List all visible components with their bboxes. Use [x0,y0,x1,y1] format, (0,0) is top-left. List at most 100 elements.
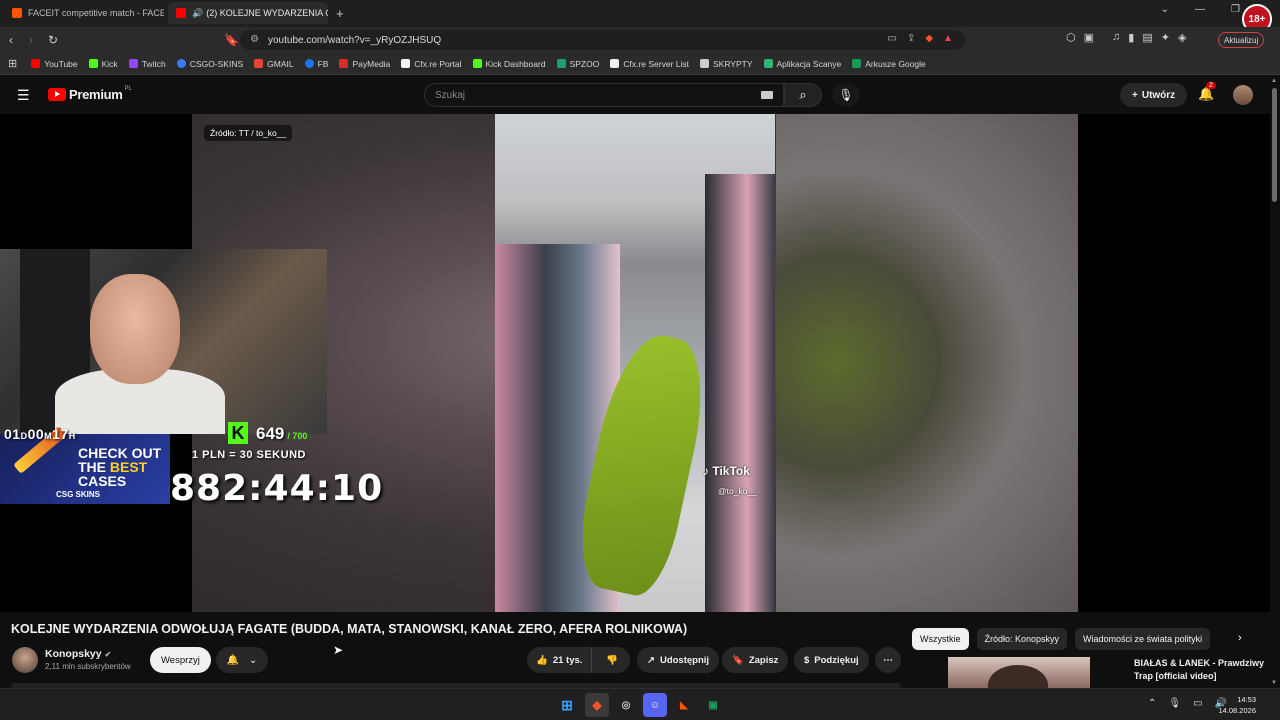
brave-shield-icon[interactable]: ◆ [925,33,933,44]
kick-count: 649 [256,423,285,443]
recommendation-title[interactable]: BIAŁAS & LANEK - Prawdziwy Trap [officia… [1134,657,1264,683]
csgo-skins-icon [176,59,186,68]
site-info-icon[interactable]: ⚙ [250,34,259,45]
twitch-icon [128,59,138,68]
video-player[interactable]: ♪ TikTok @to_ko__ Źródło: TT / to_ko__ C… [0,114,1270,612]
chip-all[interactable]: Wszystkie [912,628,969,650]
menu-icon[interactable]: ☰ [17,87,30,104]
back-icon[interactable]: ‹ [9,33,13,47]
minimize-icon[interactable]: — [1195,4,1205,15]
recommendation-thumbnail[interactable] [948,657,1090,688]
update-button[interactable]: Aktualizuj [1218,32,1265,48]
tab-faceit[interactable]: FACEIT competitive match - FACEIT.c [4,2,164,24]
extension-icon[interactable]: ⬡ [1066,31,1076,44]
kick-icon [472,59,482,68]
vpn-icon[interactable]: ◈ [1178,31,1186,44]
plus-icon: + [1132,89,1138,101]
bookmark-gmail[interactable]: GMAIL [254,59,294,69]
logo-region: PL [124,85,132,92]
speaker-icon: 🔊 [192,7,204,18]
reload-icon[interactable]: ↻ [48,33,58,47]
music-icon[interactable]: ♫ [1112,31,1120,44]
channel-name[interactable]: Konopskyy ✔ [45,648,111,660]
microphone-icon[interactable]: 🎙 [1168,698,1181,709]
channel-avatar[interactable] [12,647,38,673]
bookmark-cfx-portal[interactable]: Cfx.re Portal [401,58,462,69]
channel-name-text: Konopskyy [45,648,102,660]
voice-search-button[interactable]: 🎙 [832,83,860,107]
bookmark-kick-dashboard[interactable]: Kick Dashboard [472,59,546,69]
tab-label: (2) KOLEJNE WYDARZENIA O [206,8,328,18]
bookmark-label: PayMedia [352,58,391,69]
notifications-button[interactable]: 🔔 2 [1198,82,1216,102]
bookmark-icon[interactable]: 🔖 [224,33,239,47]
thanks-button[interactable]: $ Podziękuj [794,647,869,673]
faceit-taskbar-icon[interactable]: ◣ [675,696,693,714]
bookmark-label: Cfx.re Portal [414,58,462,69]
bookmark-csgo-skins[interactable]: CSGO-SKINS [176,59,243,69]
bookmark-twitch[interactable]: Twitch [128,59,166,69]
ai-icon[interactable]: ✦ [1161,31,1170,44]
scrollbar-thumb[interactable] [1272,88,1277,202]
tab-search-icon[interactable]: ⌄ [1161,4,1169,15]
bookmark-google-sheets[interactable]: Arkusze Google [852,59,926,69]
new-tab-button[interactable]: + [336,6,344,21]
scroll-up-icon[interactable]: ▲ [1271,78,1277,84]
subscription-bell-button[interactable]: 🔔 ⌄ [216,647,268,673]
create-label: Utwórz [1141,89,1176,101]
chip-politics[interactable]: Wiadomości ze świata polityki [1075,628,1211,650]
restore-icon[interactable]: ❐ [1231,4,1240,15]
chevron-right-icon[interactable]: › [1238,632,1242,644]
bookmark-cfx-server-list[interactable]: Cfx.re Server List [610,59,689,69]
scroll-down-icon[interactable]: ▼ [1271,680,1277,686]
steam-taskbar-icon[interactable]: ◎ [617,696,635,714]
chip-channel[interactable]: Źródło: Konopskyy [976,628,1068,650]
extensions-bar: ⬡ ▣ ♫ ▮ ▤ ✦ ◈ [1066,31,1186,44]
bookmark-skrypty[interactable]: SKRYPTY [699,59,753,69]
dislike-button[interactable]: 👎 [597,655,627,666]
youtube-premium-logo[interactable]: Premium PL [48,85,132,102]
tab-youtube[interactable]: 🔊 (2) KOLEJNE WYDARZENIA O × [168,2,328,24]
forward-icon[interactable]: › [29,33,33,47]
sidebar-icon[interactable]: ▮ [1128,31,1134,44]
keyboard-icon[interactable] [761,91,773,99]
url-field[interactable]: ⚙ youtube.com/watch?v=_yRyOZJHSUQ ▭ ⇪ ◆ … [240,30,965,50]
thumbs-down-icon: 👎 [606,654,619,666]
search-button[interactable]: ⌕ [784,83,822,107]
windows-start-icon[interactable]: ⊞ [558,696,576,714]
bell-icon: 🔔 [226,654,240,666]
more-actions-button[interactable]: ⋯ [875,647,901,673]
create-button[interactable]: + Utwórz [1120,83,1188,107]
youtube-play-icon [48,88,66,101]
chevron-up-icon[interactable]: ⌃ [1148,698,1156,709]
apps-grid-icon[interactable]: ⊞ [8,57,17,70]
countdown-small: 01D00M17H [4,426,76,442]
bookmark-fb[interactable]: FB [304,58,329,69]
bookmark-label: FB [317,58,329,69]
network-icon[interactable]: ▭ [1193,698,1202,709]
bookmark-spzoo[interactable]: SPZOO [556,59,599,69]
share-button[interactable]: ↗ Udostępnij [637,647,720,673]
subscriber-count: 2,11 mln subskrybentów [45,662,131,671]
rewards-icon[interactable]: ▲ [943,33,953,44]
share-icon[interactable]: ⇪ [907,33,915,44]
brave-taskbar-icon[interactable]: ◆ [585,693,609,717]
bookmark-scanye[interactable]: Aplikacja Scanye [763,59,841,69]
excel-taskbar-icon[interactable]: ▣ [704,696,722,714]
reader-icon[interactable]: ▣ [1084,31,1094,44]
tiktok-handle: @to_ko__ [718,486,757,496]
support-button[interactable]: Wesprzyj [150,647,211,673]
like-button[interactable]: 👍 21 tys. [527,647,593,673]
page-scrollbar[interactable]: ▲ ▼ [1270,76,1280,688]
cast-icon[interactable]: ▭ [888,33,897,44]
save-button[interactable]: 🔖 Zapisz [722,647,789,673]
account-avatar[interactable] [1233,85,1253,105]
spzoo-icon [556,59,566,68]
bookmark-paymedia[interactable]: PayMedia [339,59,390,69]
bookmark-kick[interactable]: Kick [88,59,118,69]
system-clock[interactable]: 14:53 14.08.2026 [1218,694,1256,716]
discord-taskbar-icon[interactable]: ☺ [643,693,667,717]
search-input[interactable]: Szukaj [424,83,784,107]
wallet-icon[interactable]: ▤ [1142,31,1152,44]
bookmark-youtube[interactable]: YouTube [31,59,78,69]
